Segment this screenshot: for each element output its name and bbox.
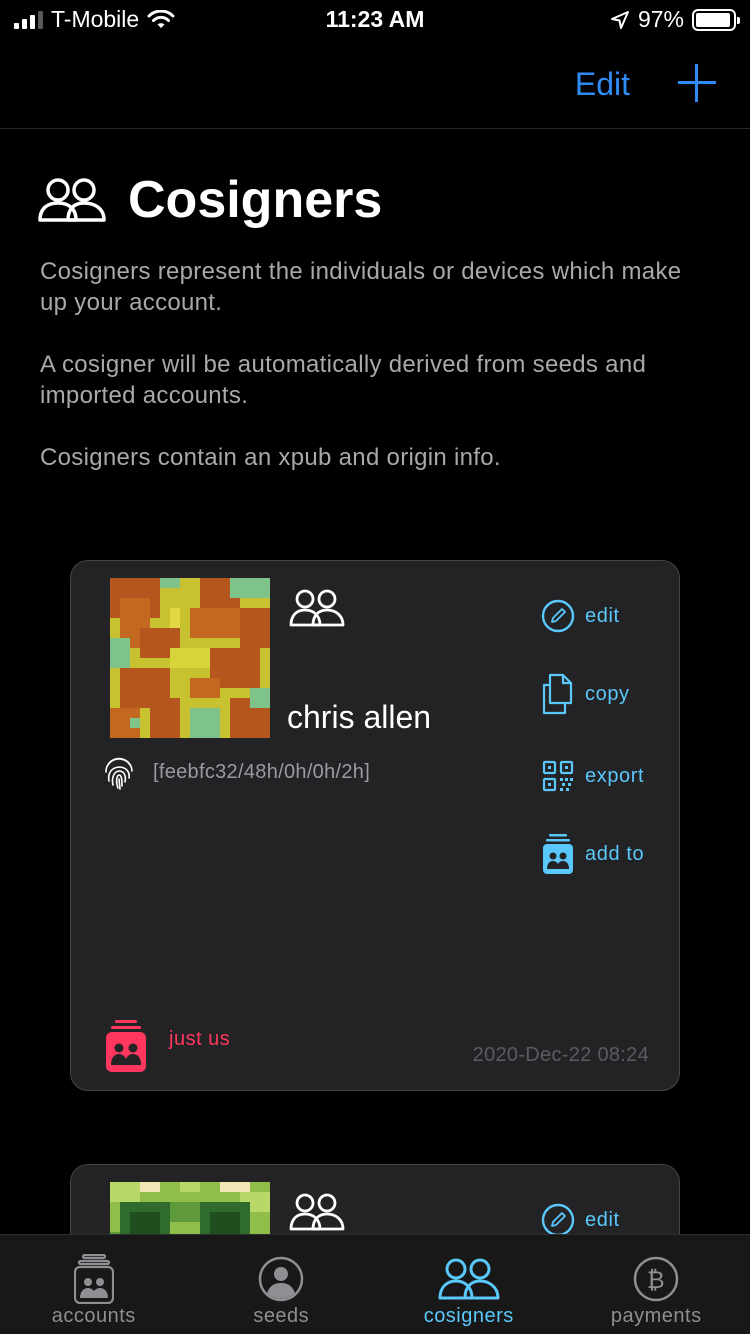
add-to-action[interactable]: add to [541,834,645,874]
location-arrow-icon [610,10,629,29]
created-date: 2020-Dec-22 08:24 [472,1044,649,1066]
edit-action[interactable]: edit [541,597,620,635]
cosigner-card[interactable]: chris allen [feebfc32/48h/0h/0h/2h] edit [70,560,680,1091]
people-icon [38,178,106,222]
qr-code-icon [541,757,575,795]
navigation-bar: Edit [0,40,750,129]
export-action[interactable]: export [541,757,644,795]
tab-label: cosigners [423,1305,514,1327]
add-to-action-label: add to [585,842,645,865]
account-stack-icon [541,834,575,874]
export-action-label: export [585,764,645,787]
fingerprint-icon [105,757,133,790]
people-icon [289,589,345,627]
page-title: Cosigners [128,171,383,229]
tab-cosigners[interactable]: cosigners [375,1235,563,1334]
person-circle-icon [258,1253,304,1305]
copy-action-label: copy [585,682,630,705]
people-icon [289,1193,345,1231]
page-header: Cosigners [38,170,382,230]
description-paragraph: A cosigner will be automatically derived… [40,351,647,409]
edit-action-label: edit [585,604,620,627]
cosigner-name: chris allen [287,699,432,735]
derivation-path: [feebfc32/48h/0h/0h/2h] [153,761,371,783]
accounts-icon [73,1253,114,1305]
cosigner-identicon [110,578,270,738]
add-button[interactable] [678,64,716,102]
pencil-circle-icon [541,597,575,635]
tab-seeds[interactable]: seeds [188,1235,376,1334]
status-right: 97% [610,6,740,33]
edit-button[interactable]: Edit [575,66,630,103]
battery-icon [692,8,740,31]
edit-action-label: edit [585,1208,620,1231]
description-paragraph: Cosigners represent the individuals or d… [40,258,682,316]
people-icon [438,1253,500,1305]
svg-text:₿: ₿ [647,1266,665,1294]
tab-bar: accounts seeds cosigners ₿ payments [0,1234,750,1334]
tab-label: seeds [253,1305,310,1327]
bitcoin-icon: ₿ [633,1253,679,1305]
tab-label: accounts [51,1305,136,1327]
account-stack-icon [106,1020,146,1072]
policy-indicator: just us [105,1019,230,1073]
copy-documents-icon [541,673,575,715]
tab-label: payments [610,1305,702,1327]
tab-accounts[interactable]: accounts [0,1235,188,1334]
tab-payments[interactable]: ₿ payments [563,1235,750,1334]
status-bar: T-Mobile 11:23 AM 97% [0,0,750,40]
description-paragraph: Cosigners contain an xpub and origin inf… [40,444,501,471]
policy-label: just us [169,1027,231,1050]
copy-action[interactable]: copy [541,673,630,715]
battery-percent: 97% [637,6,684,32]
